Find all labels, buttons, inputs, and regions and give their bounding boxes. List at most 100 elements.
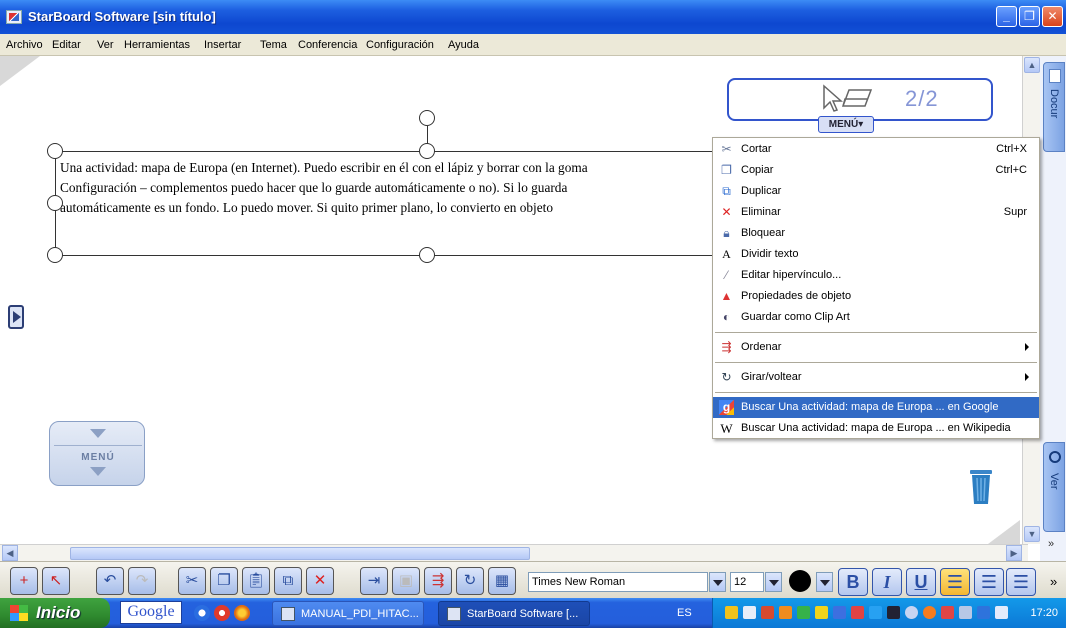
volume-icon[interactable] [887,606,900,619]
expand-left-panel-button[interactable] [8,305,24,329]
mail-icon[interactable] [743,606,756,619]
monitor-icon[interactable] [797,606,810,619]
trash-icon[interactable] [968,466,994,506]
italic-button[interactable]: I [872,568,902,596]
menu-ayuda[interactable]: Ayuda [448,39,479,51]
minimize-button[interactable]: _ [996,6,1017,27]
context-item-search-google[interactable]: g Buscar Una actividad: mapa de Europa .… [713,397,1039,418]
arrange-icon[interactable]: ⇶ [424,567,452,595]
text-color-swatch[interactable] [789,570,811,592]
language-indicator[interactable]: ES [677,607,692,619]
restore-button[interactable]: ❐ [1019,6,1040,27]
menu-editar[interactable]: Editar [52,39,81,51]
textbox-content[interactable]: Una actividad: mapa de Europa (en Intern… [60,158,720,218]
font-size-dropdown-button[interactable] [765,572,782,592]
menu-archivo[interactable]: Archivo [6,39,43,51]
page-menu-button[interactable]: MENÚ▾ [818,116,874,133]
context-item-dividir-texto[interactable]: A Dividir texto [713,244,1039,265]
menu-tema[interactable]: Tema [260,39,287,51]
context-item-label: Buscar Una actividad: mapa de Europa ...… [741,401,999,413]
toolbar-overflow-button[interactable]: » [1050,574,1057,589]
bring-front-icon[interactable]: ⇥ [360,567,388,595]
task-starboard[interactable]: StarBoard Software [... [438,601,590,626]
floating-menu-widget[interactable]: MENÚ [49,421,145,486]
context-item-girar-voltear[interactable]: ↻ Girar/voltear [713,367,1039,388]
redo-icon[interactable]: ↷ [128,567,156,595]
google-toolbar[interactable]: Google [120,601,182,624]
text-color-dropdown-button[interactable] [816,572,833,592]
network-icon[interactable] [761,606,774,619]
context-item-ordenar[interactable]: ⇶ Ordenar [713,337,1039,358]
delete-icon[interactable]: ✕ [306,567,334,595]
scroll-left-button[interactable]: ◀ [2,545,18,561]
scissors-icon[interactable]: ✂ [178,567,206,595]
scroll-up-button[interactable]: ▲ [1024,57,1040,73]
underline-button[interactable]: U [906,568,936,596]
rotate-icon[interactable]: ↻ [456,567,484,595]
tab-view[interactable]: Ver [1043,442,1065,532]
resize-handle-bottom[interactable] [419,247,435,263]
internet-explorer-icon[interactable] [194,605,210,621]
font-size-select[interactable]: 12 [730,572,764,592]
context-item-copiar[interactable]: ❐ Copiar Ctrl+C [713,160,1039,181]
context-item-guardar-clipart[interactable]: ◐ Guardar como Clip Art [713,307,1039,328]
edit-icon[interactable] [815,606,828,619]
scroll-right-button[interactable]: ▶ [1006,545,1022,561]
mail-tray-icon[interactable] [995,606,1008,619]
menu-insertar[interactable]: Insertar [204,39,241,51]
rotate-handle[interactable] [419,110,435,126]
font-family-dropdown-button[interactable] [709,572,726,592]
undo-icon[interactable]: ↶ [96,567,124,595]
menu-configuracion[interactable]: Configuración [366,39,434,51]
send-back-icon[interactable]: ▣ [392,567,420,595]
context-item-eliminar[interactable]: ✕ Eliminar Supr [713,202,1039,223]
context-item-cortar[interactable]: ✂ Cortar Ctrl+X [713,139,1039,160]
opera-icon[interactable] [214,605,230,621]
context-item-duplicar[interactable]: ⧉ Duplicar [713,181,1039,202]
horizontal-scrollbar[interactable]: ◀ ▶ [0,544,1028,561]
copy-icon[interactable]: ❐ [210,567,238,595]
tab-documents[interactable]: Docur [1043,62,1065,152]
page-curl-bottom-right[interactable] [988,520,1020,544]
resize-handle-bottom-left[interactable] [47,247,63,263]
new-page-icon[interactable]: + [10,567,38,595]
app-window: StarBoard Software [sin título] _ ❐ ✕ Ar… [0,0,1066,628]
firefox-icon[interactable] [234,605,250,621]
search-icon[interactable] [833,606,846,619]
resize-handle-top-left[interactable] [47,143,63,159]
start-button[interactable]: Inicio [0,598,110,628]
horizontal-scroll-thumb[interactable] [70,547,530,560]
close-button[interactable]: ✕ [1042,6,1063,27]
chevron-down-icon[interactable]: » [1048,538,1054,550]
task-manual-pdi[interactable]: MANUAL_PDI_HITAC... [272,601,424,626]
bluetooth-icon[interactable] [869,606,882,619]
resize-handle-top[interactable] [419,143,435,159]
align-center-icon[interactable]: ☰ [974,568,1004,596]
eraser-icon[interactable] [841,86,873,110]
context-item-propiedades[interactable]: ▲ Propiedades de objeto [713,286,1039,307]
font-family-select[interactable]: Times New Roman [528,572,708,592]
update-icon[interactable] [779,606,792,619]
grid-icon[interactable]: ▦ [488,567,516,595]
firefox-tray-icon[interactable] [923,606,936,619]
align-left-icon[interactable]: ☰ [940,568,970,596]
context-item-search-wikipedia[interactable]: W Buscar Una actividad: mapa de Europa .… [713,418,1039,439]
globe-icon[interactable] [905,606,918,619]
connection-icon[interactable] [851,606,864,619]
menu-conferencia[interactable]: Conferencia [298,39,357,51]
menu-ver[interactable]: Ver [97,39,114,51]
context-item-bloquear[interactable]: 🔒︎ Bloquear [713,223,1039,244]
bold-button[interactable]: B [838,568,868,596]
security-icon[interactable] [725,606,738,619]
display-icon[interactable] [959,606,972,619]
scroll-down-button[interactable]: ▼ [1024,526,1040,542]
duplicate-icon[interactable]: ⧉ [274,567,302,595]
paste-icon[interactable]: 📋︎ [242,567,270,595]
pointer-select-icon[interactable]: ↖ [42,567,70,595]
context-item-editar-hipervinculo[interactable]: ⁄ Editar hipervínculo... [713,265,1039,286]
menu-herramientas[interactable]: Herramientas [124,39,190,51]
window-icon[interactable] [977,606,990,619]
close-tray-icon[interactable] [941,606,954,619]
align-right-icon[interactable]: ☰ [1006,568,1036,596]
page-curl-top-left[interactable] [0,56,40,86]
